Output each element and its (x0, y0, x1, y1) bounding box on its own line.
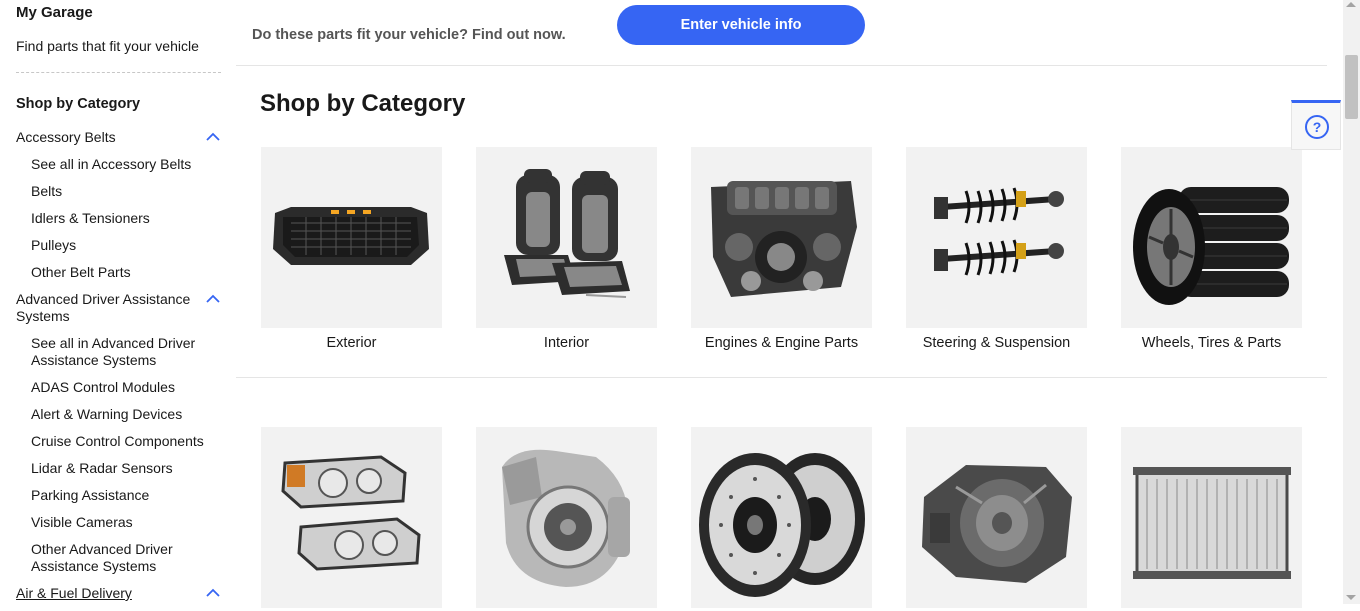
category-label: Accessory Belts (16, 129, 116, 145)
brake-rotors-image[interactable] (691, 427, 872, 608)
category-tile-wheels-tires[interactable]: Wheels, Tires & Parts (1121, 147, 1302, 351)
radiator-image[interactable] (1121, 427, 1302, 608)
subcategory-link[interactable]: Alert & Warning Devices (16, 405, 221, 432)
question-circle-icon: ? (1305, 115, 1329, 139)
transmission-image[interactable] (906, 427, 1087, 608)
subcategory-link[interactable]: Parking Assistance (16, 486, 221, 513)
category-label: Advanced Driver Assistance Systems (16, 291, 191, 324)
engine-image[interactable] (691, 147, 872, 328)
category-tile-turbo[interactable] (476, 427, 657, 608)
subcategory-link[interactable]: Other Belt Parts (16, 263, 221, 290)
divider (236, 377, 1327, 378)
category-tile-brakes[interactable] (691, 427, 872, 608)
enter-vehicle-info-button[interactable]: Enter vehicle info (617, 5, 865, 45)
interior-seats-image[interactable] (476, 147, 657, 328)
scroll-up-arrow-icon[interactable] (1346, 2, 1356, 7)
chevron-up-icon[interactable] (205, 131, 221, 143)
page-title: Shop by Category (260, 90, 466, 117)
subcategory-link[interactable]: See all in Advanced Driver Assistance Sy… (16, 334, 221, 378)
chevron-up-icon[interactable] (205, 293, 221, 305)
tile-label[interactable]: Engines & Engine Parts (691, 335, 872, 351)
suspension-struts-image[interactable] (906, 147, 1087, 328)
category-tile-steering-suspension[interactable]: Steering & Suspension (906, 147, 1087, 351)
subcategory-link[interactable]: Lidar & Radar Sensors (16, 459, 221, 486)
subcategory-link[interactable]: Idlers & Tensioners (16, 209, 221, 236)
subcategory-link[interactable]: See all in Accessory Belts (16, 155, 221, 182)
turbocharger-image[interactable] (476, 427, 657, 608)
category-adas[interactable]: Advanced Driver Assistance Systems (16, 290, 221, 334)
divider (236, 65, 1327, 66)
tile-label[interactable]: Interior (476, 335, 657, 351)
category-air-fuel-delivery[interactable]: Air & Fuel Delivery (16, 584, 221, 611)
category-tile-lighting[interactable] (261, 427, 442, 608)
sidebar-divider (16, 72, 221, 73)
subcategory-link[interactable]: Belts (16, 182, 221, 209)
category-tile-transmission[interactable] (906, 427, 1087, 608)
subcategory-link[interactable]: ADAS Control Modules (16, 378, 221, 405)
category-accessory-belts[interactable]: Accessory Belts (16, 128, 221, 155)
exterior-grille-image[interactable] (261, 147, 442, 328)
category-list: Accessory Belts See all in Accessory Bel… (16, 128, 221, 611)
scrollbar-thumb[interactable] (1345, 55, 1358, 119)
help-button[interactable]: ? (1291, 100, 1341, 150)
subcategory-link[interactable]: Other Advanced Driver Assistance Systems (16, 540, 221, 584)
subcategory-link[interactable]: Pulleys (16, 236, 221, 263)
headlights-image[interactable] (261, 427, 442, 608)
tile-label[interactable]: Wheels, Tires & Parts (1121, 335, 1302, 351)
category-tile-exterior[interactable]: Exterior (261, 147, 442, 351)
my-garage-subtitle[interactable]: Find parts that fit your vehicle (16, 38, 199, 54)
category-tile-interior[interactable]: Interior (476, 147, 657, 351)
fitment-prompt: Do these parts fit your vehicle? Find ou… (252, 27, 566, 43)
subcategory-link[interactable]: Cruise Control Components (16, 432, 221, 459)
category-tile-engines[interactable]: Engines & Engine Parts (691, 147, 872, 351)
tile-label[interactable]: Exterior (261, 335, 442, 351)
category-tile-cooling[interactable] (1121, 427, 1302, 608)
my-garage-title[interactable]: My Garage (16, 4, 93, 21)
category-label: Air & Fuel Delivery (16, 585, 132, 601)
subcategory-link[interactable]: Visible Cameras (16, 513, 221, 540)
chevron-up-icon[interactable] (205, 587, 221, 599)
svg-text:?: ? (1313, 119, 1322, 135)
sidebar-heading: Shop by Category (16, 96, 141, 112)
scroll-down-arrow-icon[interactable] (1346, 595, 1356, 600)
tires-image[interactable] (1121, 147, 1302, 328)
tile-label[interactable]: Steering & Suspension (906, 335, 1087, 351)
